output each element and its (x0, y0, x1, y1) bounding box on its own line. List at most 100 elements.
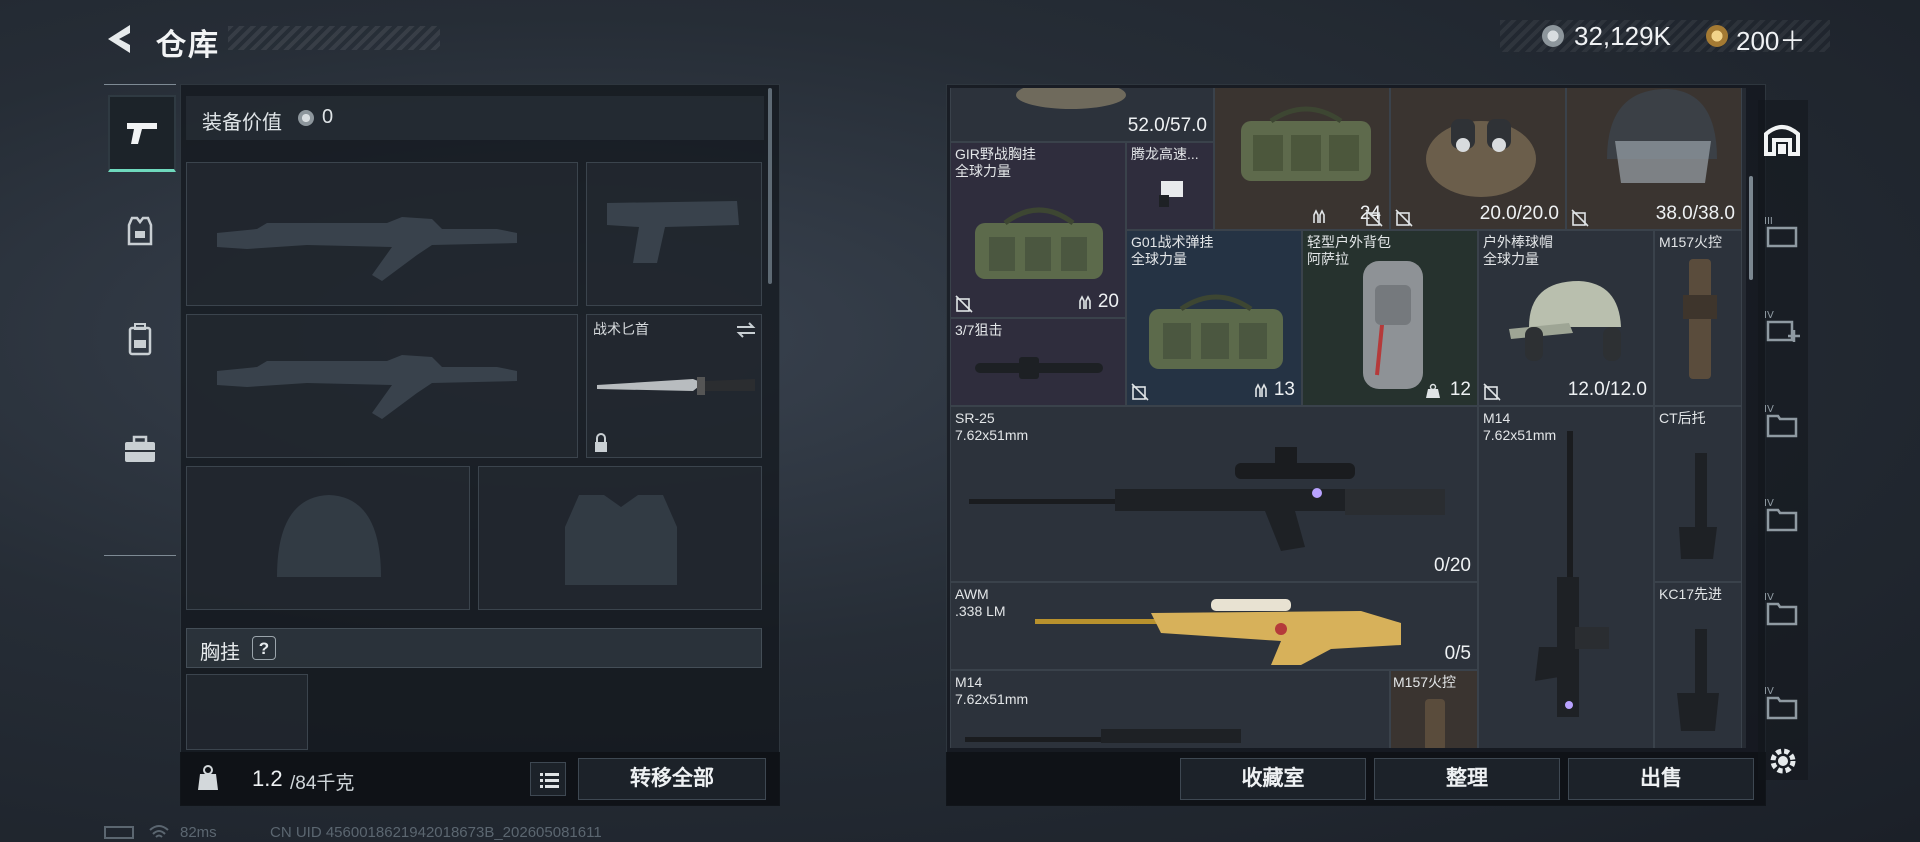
item-value: 52.0/57.0 (1127, 115, 1207, 136)
swap-icon[interactable] (735, 321, 757, 339)
item-cell[interactable]: 52.0/57.0 (950, 88, 1214, 142)
item-value: 20 (1097, 291, 1119, 312)
svg-text:IV: IV (1764, 592, 1774, 603)
no-trade-icon (1395, 209, 1413, 227)
transfer-all-button[interactable]: 转移全部 (578, 758, 766, 800)
duffel-bag-image (1241, 106, 1371, 181)
item-cell[interactable]: KC17先进 (1654, 582, 1742, 748)
rifle-silhouette-icon (217, 217, 517, 281)
nav-weapons[interactable] (108, 95, 176, 172)
no-trade-icon (1483, 383, 1501, 401)
tab-storage-4c[interactable]: IV (1760, 586, 1804, 630)
item-name: 腾龙高速... (1131, 146, 1199, 162)
tab-storage-4b[interactable]: IV (1760, 492, 1804, 536)
svg-text:III: III (1764, 216, 1773, 227)
no-trade-icon (955, 295, 973, 313)
item-cell[interactable]: 户外棒球帽 全球力量 12.0/12.0 (1478, 230, 1654, 406)
lock-icon (595, 433, 607, 452)
item-name: M157火控 (1393, 674, 1457, 690)
chest-rig-image (1149, 294, 1283, 369)
tab-storage-4a[interactable]: IV (1760, 398, 1804, 442)
helmet-image (1607, 89, 1717, 183)
battery-icon (104, 826, 134, 839)
storage-scrollbar[interactable] (1749, 176, 1753, 280)
left-nav (104, 84, 176, 556)
item-cell[interactable]: 20.0/20.0 (1390, 88, 1566, 230)
item-value: 38.0/38.0 (1655, 203, 1735, 224)
item-cell[interactable]: 38.0/38.0 (1566, 88, 1742, 230)
primary-weapon-slot-2[interactable] (186, 314, 578, 458)
tab-storage-4d[interactable]: IV (1760, 680, 1804, 724)
item-cell[interactable]: GIR野战胸挂 全球力量 20 (950, 142, 1126, 318)
help-icon[interactable]: ? (252, 636, 276, 660)
silver-coin-icon (1542, 25, 1564, 47)
backpack-icon (128, 323, 152, 356)
svg-text:IV: IV (1764, 498, 1774, 509)
folder-icon: IV (1764, 404, 1798, 438)
chest-rig-slot[interactable] (186, 674, 308, 750)
item-cell[interactable]: 3/7狙击 (950, 318, 1126, 406)
item-cell[interactable]: M14 7.62x51mm (950, 670, 1390, 748)
weight-current: 1.2 (252, 766, 283, 791)
gold-amount[interactable]: 200＋ (1736, 21, 1805, 58)
item-cell[interactable]: M157火控 (1390, 670, 1478, 748)
no-trade-icon (1365, 209, 1383, 227)
helmet-slot[interactable] (186, 466, 470, 610)
bag-image (1016, 88, 1126, 109)
item-cell[interactable]: 轻型户外背包 阿萨拉 12 (1302, 230, 1478, 406)
tab-storage-add[interactable]: IV (1760, 304, 1804, 348)
tab-warehouse[interactable] (1760, 116, 1804, 160)
storage-grid: 52.0/57.0 24 20.0/20.0 38.0/38.0 GIR野战胸挂… (950, 88, 1746, 748)
item-name: G01战术弹挂 全球力量 (1131, 234, 1214, 267)
nav-backpack[interactable] (108, 303, 172, 375)
silver-amount: 32,129K (1574, 21, 1671, 51)
melee-slot[interactable]: 战术匕首 (586, 314, 762, 458)
stock-image (1677, 629, 1719, 731)
awm-rifle-image (1035, 599, 1401, 665)
settings-gear-icon[interactable] (1766, 744, 1800, 778)
item-name: CT后托 (1659, 410, 1706, 426)
item-name: AWM .338 LM (955, 586, 1006, 619)
item-cell[interactable]: SR-25 7.62x51mm 0/20 (950, 406, 1478, 582)
list-view-button[interactable] (530, 762, 566, 796)
armor-slot[interactable] (478, 466, 762, 610)
title-decoration (228, 26, 440, 50)
no-trade-icon (1571, 209, 1589, 227)
tab-storage-3[interactable]: III (1760, 210, 1804, 254)
weight-max: /84千克 (290, 773, 355, 794)
briefcase-icon (125, 435, 155, 462)
armor-silhouette-icon (565, 495, 677, 585)
item-cell[interactable]: 24 (1214, 88, 1390, 230)
item-cell[interactable]: AWM .338 LM 0/5 (950, 582, 1478, 670)
gold-coin-icon (1706, 25, 1728, 47)
item-cell[interactable]: CT后托 (1654, 406, 1742, 582)
item-cell[interactable]: M157火控 (1654, 230, 1742, 406)
pistol-icon (127, 123, 157, 144)
no-trade-icon (1131, 383, 1149, 401)
equipment-scrollbar[interactable] (768, 88, 772, 284)
add-storage-icon: IV (1764, 310, 1800, 342)
item-name: KC17先进 (1659, 586, 1723, 602)
warehouse-icon (1764, 125, 1800, 156)
nav-armor[interactable] (108, 195, 172, 267)
item-cell[interactable]: 腾龙高速... (1126, 142, 1214, 230)
ping-text: 82ms (180, 824, 217, 841)
nav-case[interactable] (108, 413, 172, 485)
item-name: M14 7.62x51mm (955, 674, 1029, 707)
sr25-rifle-image (969, 447, 1445, 551)
item-cell[interactable]: M14 7.62x51mm (1478, 406, 1654, 748)
list-icon (540, 773, 559, 788)
storage-expansion-icon: III (1764, 216, 1798, 248)
item-cell[interactable]: G01战术弹挂 全球力量 13 (1126, 230, 1302, 406)
organize-button[interactable]: 整理 (1374, 758, 1560, 800)
primary-weapon-slot-1[interactable] (186, 162, 578, 306)
item-value: 0/5 (1444, 643, 1471, 664)
pistol-slot[interactable] (586, 162, 762, 306)
svg-text:IV: IV (1764, 310, 1774, 321)
ammo-icon (1313, 209, 1325, 223)
back-icon[interactable] (104, 22, 138, 56)
sell-button[interactable]: 出售 (1568, 758, 1754, 800)
collection-room-button[interactable]: 收藏室 (1180, 758, 1366, 800)
knife-image (597, 377, 755, 395)
item-name: M157火控 (1659, 234, 1723, 250)
